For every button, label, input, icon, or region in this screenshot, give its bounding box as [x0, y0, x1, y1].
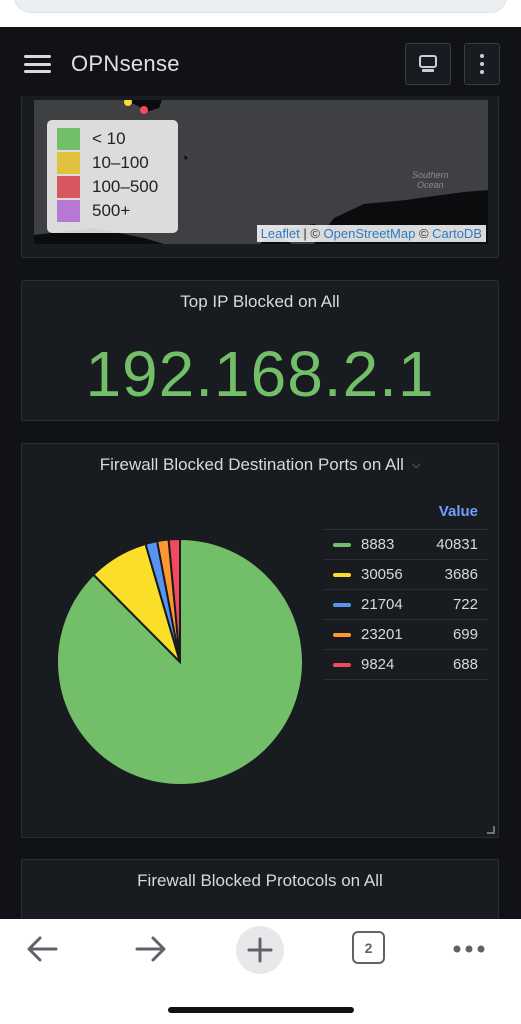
more-vertical-icon — [480, 54, 484, 74]
legend-port-label: 9824 — [361, 656, 395, 673]
map-legend-row: < 10 — [57, 127, 168, 151]
chevron-down-icon[interactable]: ⌵ — [412, 459, 420, 472]
monitor-icon — [419, 55, 437, 72]
legend-port-label: 30056 — [361, 566, 403, 583]
legend-label: < 10 — [92, 129, 126, 148]
geo-map-panel: Southern Ocean < 10 10–100 100–500 500+ … — [21, 96, 499, 258]
legend-swatch — [57, 152, 80, 174]
app-title: OPNsense — [71, 51, 180, 76]
legend-row-8883[interactable]: 8883 40831 — [323, 530, 488, 560]
legend-swatch — [333, 662, 351, 667]
url-bar[interactable] — [14, 0, 507, 13]
legend-value: 722 — [452, 596, 478, 613]
attribution-separator: © — [415, 226, 433, 241]
ocean-label-line-2: Ocean — [417, 180, 444, 190]
top-ip-panel: Top IP Blocked on All 192.168.2.1 — [21, 280, 499, 421]
browser-top-bar — [0, 0, 521, 27]
map-legend-row: 500+ — [57, 199, 168, 223]
legend-label: 10–100 — [92, 153, 149, 172]
attribution-separator: | © — [299, 226, 324, 241]
legend-swatch — [57, 200, 80, 222]
map-legend: < 10 10–100 100–500 500+ — [47, 120, 178, 233]
legend-swatch — [57, 176, 80, 198]
legend-swatch — [333, 542, 351, 547]
legend-row-23201[interactable]: 23201 699 — [323, 620, 488, 650]
top-ip-value: 192.168.2.1 — [85, 338, 435, 410]
legend-value: 40831 — [436, 536, 478, 553]
panel-title[interactable]: Firewall Blocked Protocols on All — [22, 871, 498, 891]
map-attribution: Leaflet | © OpenStreetMap © CartoDB — [256, 225, 486, 242]
arrow-left-icon[interactable] — [26, 935, 58, 963]
new-tab-button[interactable] — [236, 926, 284, 974]
ocean-label: Southern Ocean — [412, 170, 449, 190]
legend-row-9824[interactable]: 9824 688 — [323, 650, 488, 680]
legend-value: 699 — [452, 626, 478, 643]
home-indicator[interactable] — [168, 1007, 354, 1013]
map-legend-row: 100–500 — [57, 175, 168, 199]
legend-row-30056[interactable]: 30056 3686 — [323, 560, 488, 590]
ocean-label-line-1: Southern — [412, 170, 449, 180]
arrow-right-icon[interactable] — [135, 935, 167, 963]
legend-swatch — [333, 602, 351, 607]
legend-value: 688 — [452, 656, 478, 673]
more-options-button[interactable] — [464, 43, 500, 85]
tab-switcher-button[interactable]: 2 — [352, 931, 385, 964]
legend-value: 3686 — [444, 566, 478, 583]
app-header: OPNsense — [0, 27, 521, 101]
legend-label: 500+ — [92, 201, 131, 220]
legend-swatch — [333, 572, 351, 577]
legend-port-label: 8883 — [361, 536, 395, 553]
pie-chart[interactable] — [50, 532, 310, 792]
leaflet-link[interactable]: Leaflet — [261, 226, 300, 241]
more-horizontal-icon[interactable] — [452, 944, 486, 954]
cartodb-link[interactable]: CartoDB — [432, 226, 482, 241]
blocked-ports-panel: Firewall Blocked Destination Ports on Al… — [21, 443, 499, 838]
legend-value-header[interactable]: Value — [323, 500, 488, 530]
legend-port-label: 21704 — [361, 596, 403, 613]
panel-title[interactable]: Top IP Blocked on All — [22, 292, 498, 312]
legend-swatch — [333, 632, 351, 637]
legend-label: 100–500 — [92, 177, 159, 196]
openstreetmap-link[interactable]: OpenStreetMap — [324, 226, 416, 241]
hamburger-menu-icon[interactable] — [24, 55, 51, 73]
plus-icon — [247, 937, 273, 963]
legend-port-label: 23201 — [361, 626, 403, 643]
map-legend-row: 10–100 — [57, 151, 168, 175]
monitor-button[interactable] — [405, 43, 451, 85]
pie-legend: Value 8883 40831 30056 3686 21704 722 23201 699… — [323, 500, 488, 680]
legend-row-21704[interactable]: 21704 722 — [323, 590, 488, 620]
legend-swatch — [57, 128, 80, 150]
panel-title-row[interactable]: Firewall Blocked Destination Ports on Al… — [22, 455, 498, 475]
world-map[interactable]: Southern Ocean < 10 10–100 100–500 500+ … — [34, 100, 488, 244]
panel-title: Firewall Blocked Destination Ports on Al… — [99, 455, 404, 474]
resize-handle-icon[interactable] — [487, 826, 495, 834]
